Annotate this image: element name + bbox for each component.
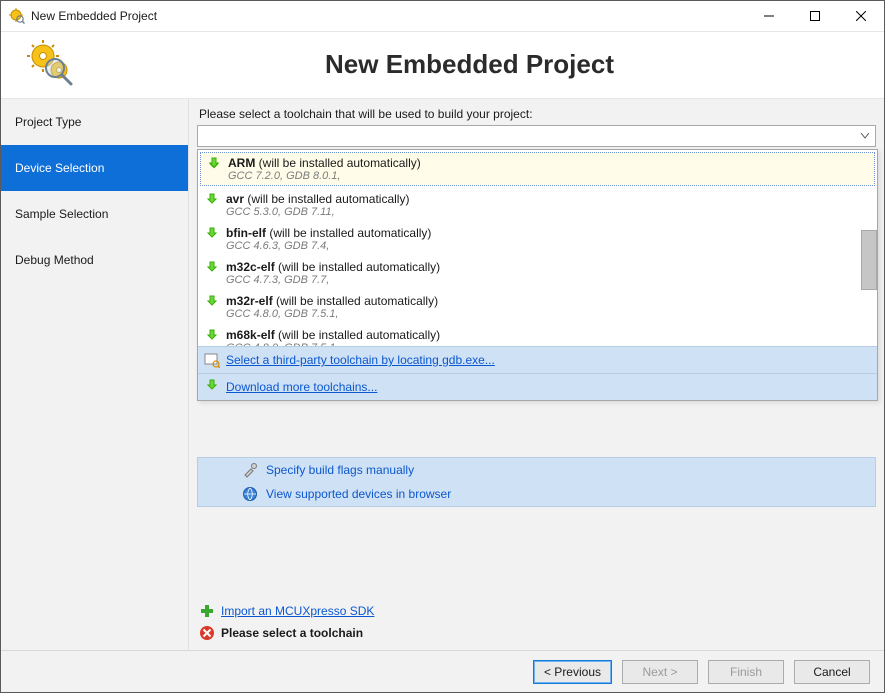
bottom-info: Import an MCUXpresso SDK Please select a… — [197, 594, 876, 650]
wizard-sidebar: Project Type Device Selection Sample Sel… — [1, 99, 189, 650]
window-title: New Embedded Project — [31, 9, 157, 23]
third-party-link[interactable]: Select a third-party toolchain by locati… — [226, 353, 495, 367]
maximize-button[interactable] — [792, 1, 838, 31]
next-button[interactable]: Next > — [622, 660, 698, 684]
toolchain-note: (will be installed automatically) — [247, 192, 409, 206]
sidebar-item-sample-selection[interactable]: Sample Selection — [1, 191, 188, 237]
globe-icon — [242, 486, 258, 502]
wizard-window: New Embedded Project New Embedded Projec… — [0, 0, 885, 693]
toolchain-versions: GCC 4.7.3, GDB 7.7, — [226, 274, 440, 286]
toolchain-note: (will be installed automatically) — [269, 226, 431, 240]
toolchain-name: m32r-elf — [226, 294, 273, 308]
chevron-down-icon — [857, 128, 873, 144]
toolchain-note: (will be installed automatically) — [278, 260, 440, 274]
toolchain-item-m68k-elf[interactable]: m68k-elf (will be installed automaticall… — [198, 324, 877, 346]
sidebar-item-project-type[interactable]: Project Type — [1, 99, 188, 145]
wizard-footer: < Previous Next > Finish Cancel — [1, 650, 884, 692]
view-browser-row[interactable]: View supported devices in browser — [198, 482, 875, 506]
download-icon — [204, 329, 220, 345]
import-sdk-link[interactable]: Import an MCUXpresso SDK — [221, 604, 374, 618]
toolchain-name: bfin-elf — [226, 226, 266, 240]
toolchain-dropdown: ARM (will be installed automatically) GC… — [197, 149, 878, 401]
toolchain-versions: GCC 4.8.0, GDB 7.5.1, — [226, 342, 440, 346]
window-controls — [746, 1, 884, 31]
toolchain-versions: GCC 5.3.0, GDB 7.11, — [226, 206, 409, 218]
wizard-body: Project Type Device Selection Sample Sel… — [1, 99, 884, 650]
close-button[interactable] — [838, 1, 884, 31]
sidebar-item-debug-method[interactable]: Debug Method — [1, 237, 188, 283]
toolchain-item-avr[interactable]: avr (will be installed automatically) GC… — [198, 188, 877, 222]
app-icon — [9, 8, 25, 24]
toolchain-versions: GCC 4.8.0, GDB 7.5.1, — [226, 308, 438, 320]
titlebar: New Embedded Project — [1, 1, 884, 32]
toolchain-prompt: Please select a toolchain that will be u… — [199, 107, 876, 121]
download-icon — [204, 379, 220, 395]
dropdown-footer: Select a third-party toolchain by locati… — [198, 346, 877, 400]
toolchain-item-bfin-elf[interactable]: bfin-elf (will be installed automaticall… — [198, 222, 877, 256]
suggestion-box: Specify build flags manually View suppor… — [197, 457, 876, 507]
download-icon — [204, 295, 220, 311]
specify-flags-row[interactable]: Specify build flags manually — [198, 458, 875, 482]
download-icon — [204, 193, 220, 209]
gears-search-icon — [27, 40, 75, 88]
download-icon — [204, 227, 220, 243]
toolchain-note: (will be installed automatically) — [278, 328, 440, 342]
view-browser-link: View supported devices in browser — [266, 487, 451, 501]
toolchain-name: m32c-elf — [226, 260, 275, 274]
toolchain-name: avr — [226, 192, 244, 206]
toolchain-note: (will be installed automatically) — [259, 156, 421, 170]
toolchain-item-m32r-elf[interactable]: m32r-elf (will be installed automaticall… — [198, 290, 877, 324]
wizard-header: New Embedded Project — [1, 32, 884, 99]
minimize-button[interactable] — [746, 1, 792, 31]
toolchain-versions: GCC 7.2.0, GDB 8.0.1, — [228, 170, 421, 182]
error-icon — [199, 625, 215, 641]
toolchain-item-arm[interactable]: ARM (will be installed automatically) GC… — [200, 152, 875, 186]
browse-icon — [204, 352, 220, 368]
cancel-button[interactable]: Cancel — [794, 660, 870, 684]
plus-icon — [199, 603, 215, 619]
toolchain-name: ARM — [228, 156, 255, 170]
page-title: New Embedded Project — [75, 49, 864, 80]
third-party-toolchain-row[interactable]: Select a third-party toolchain by locati… — [198, 346, 877, 373]
scrollbar-thumb[interactable] — [861, 230, 877, 290]
download-icon — [206, 157, 222, 173]
wizard-content: Please select a toolchain that will be u… — [189, 99, 884, 650]
toolchain-versions: GCC 4.6.3, GDB 7.4, — [226, 240, 431, 252]
toolchain-note: (will be installed automatically) — [276, 294, 438, 308]
download-icon — [204, 261, 220, 277]
download-more-row[interactable]: Download more toolchains... — [198, 373, 877, 400]
import-sdk-row[interactable]: Import an MCUXpresso SDK — [199, 600, 874, 622]
sidebar-item-device-selection[interactable]: Device Selection — [1, 145, 188, 191]
specify-flags-link: Specify build flags manually — [266, 463, 414, 477]
warning-row: Please select a toolchain — [199, 622, 874, 644]
toolchain-item-m32c-elf[interactable]: m32c-elf (will be installed automaticall… — [198, 256, 877, 290]
wrench-icon — [242, 462, 258, 478]
warning-text: Please select a toolchain — [221, 626, 363, 640]
previous-button[interactable]: < Previous — [533, 660, 612, 684]
toolchain-name: m68k-elf — [226, 328, 275, 342]
toolchain-combo[interactable] — [197, 125, 876, 147]
finish-button[interactable]: Finish — [708, 660, 784, 684]
download-more-link[interactable]: Download more toolchains... — [226, 380, 377, 394]
